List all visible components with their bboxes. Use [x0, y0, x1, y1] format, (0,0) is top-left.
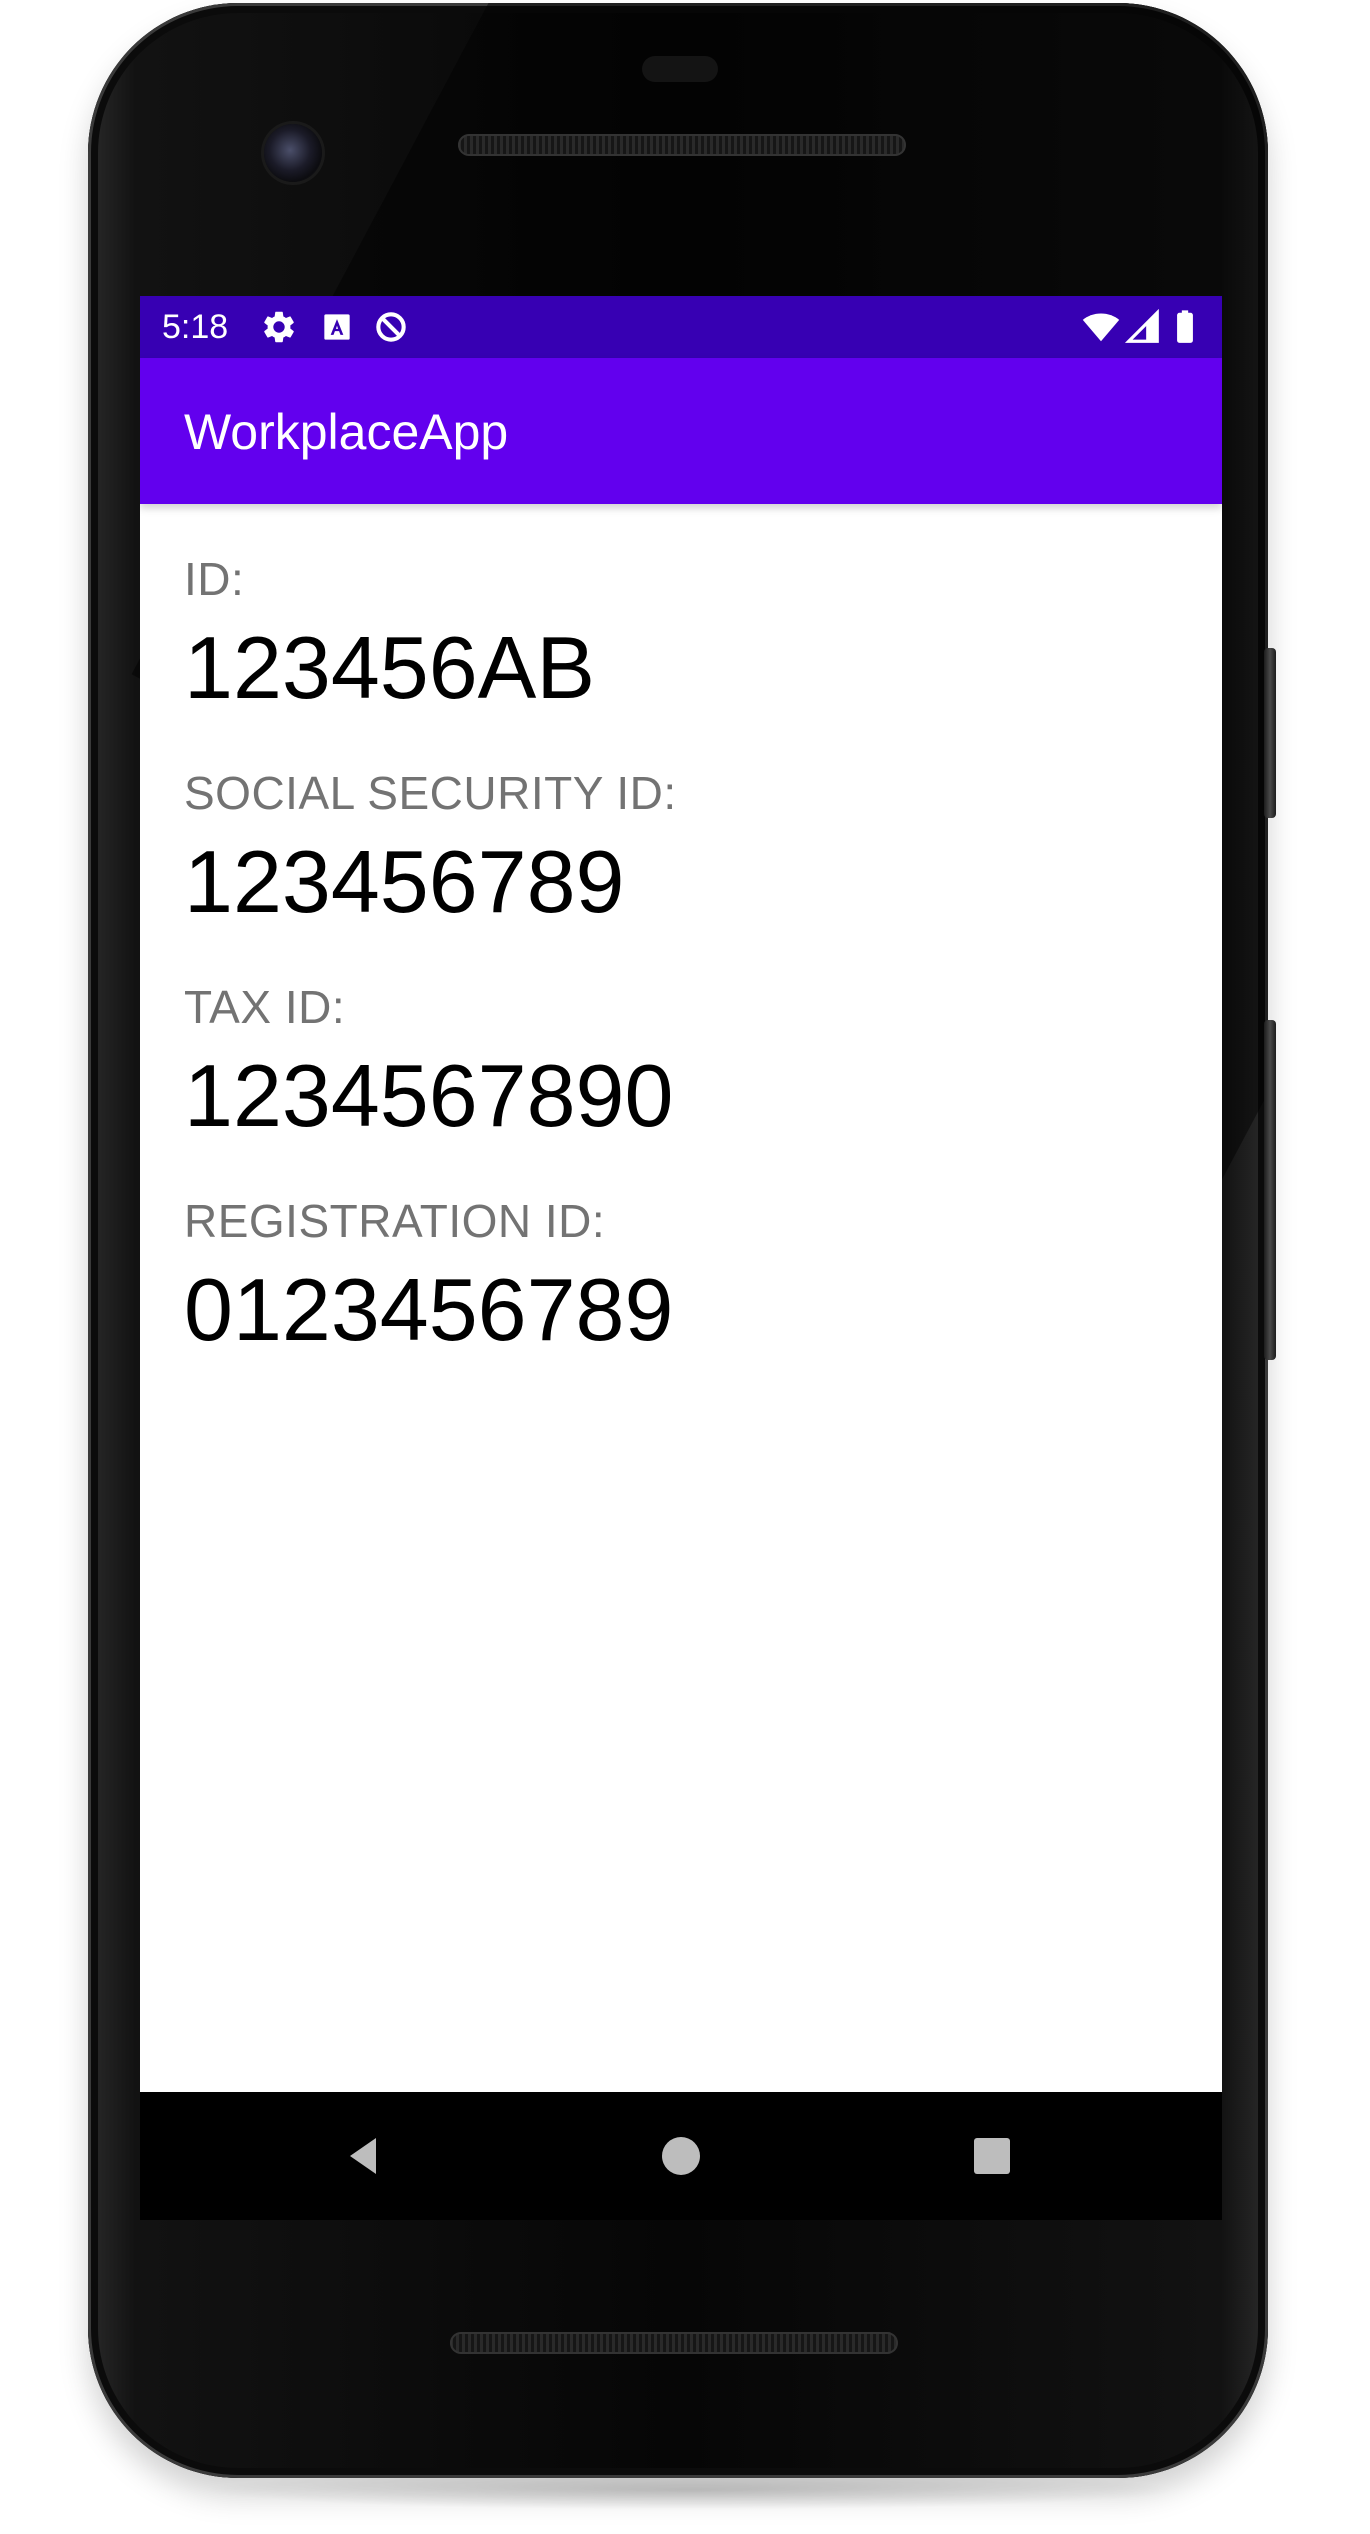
home-icon[interactable] — [657, 2132, 705, 2180]
field-label: ID: — [184, 553, 245, 605]
front-camera — [264, 124, 322, 182]
volume-button — [1264, 648, 1276, 818]
recents-icon[interactable] — [968, 2132, 1016, 2180]
field-label: REGISTRATION ID: — [184, 1195, 606, 1247]
field-label: SOCIAL SECURITY ID: — [184, 767, 677, 819]
app-title: WorkplaceApp — [184, 404, 509, 460]
status-bar: 5:18 — [140, 296, 1222, 358]
power-button — [1264, 1020, 1276, 1360]
field-label: TAX ID: — [184, 981, 346, 1033]
status-time: 5:18 — [162, 308, 229, 346]
field-value: 123456789 — [184, 832, 625, 931]
field-value: 1234567890 — [184, 1046, 674, 1145]
field-id: ID: 123456AB — [184, 552, 1174, 718]
text-a-icon — [324, 314, 350, 340]
field-value: 0123456789 — [184, 1260, 674, 1359]
app-bar: WorkplaceApp — [140, 358, 1222, 504]
wifi-icon — [1082, 313, 1120, 342]
field-social-security-id: SOCIAL SECURITY ID: 123456789 — [184, 766, 1174, 932]
earpiece-speaker — [458, 134, 906, 156]
proximity-sensor — [642, 56, 718, 82]
settings-icon — [264, 311, 294, 343]
battery-icon — [1177, 310, 1193, 343]
navigation-bar — [140, 2092, 1222, 2220]
field-value: 123456AB — [184, 618, 596, 717]
field-tax-id: TAX ID: 1234567890 — [184, 980, 1174, 1146]
id-fields-list: ID: 123456AB SOCIAL SECURITY ID: 1234567… — [184, 504, 1174, 1380]
screen: 5:18 WorkplaceApp ID: 123456AB SOCIAL SE… — [140, 296, 1222, 2092]
field-registration-id: REGISTRATION ID: 0123456789 — [184, 1194, 1174, 1360]
bottom-speaker — [450, 2332, 898, 2354]
phone-mockup: 5:18 WorkplaceApp ID: 123456AB SOCIAL SE… — [0, 0, 1370, 2534]
back-icon[interactable] — [340, 2132, 388, 2180]
cellular-signal-icon — [1124, 308, 1159, 343]
data-saver-icon — [376, 312, 406, 342]
